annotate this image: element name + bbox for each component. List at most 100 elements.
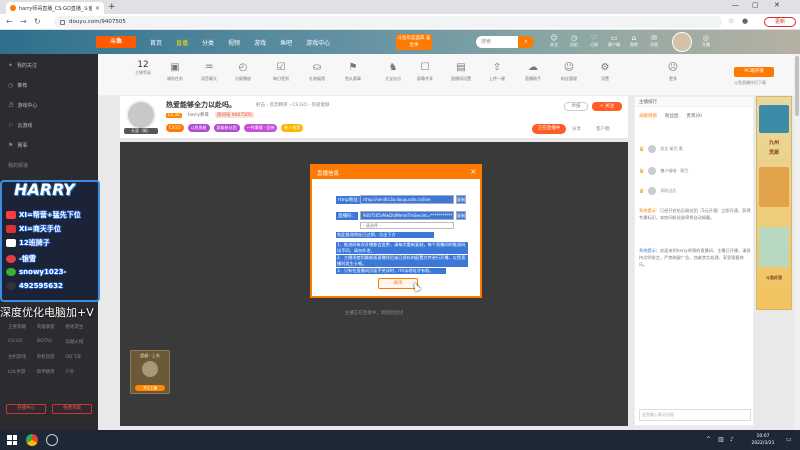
tool-welfare[interactable]: ▣ 福利任务	[162, 62, 188, 82]
room-breadcrumb[interactable]: 射击 › 反恐精英 › CS:GO › 热爱能够	[256, 102, 330, 108]
channel-item[interactable]: 穿越火线	[65, 339, 94, 345]
header-fishbar-icon[interactable]: ⌂ 鱼吧	[626, 34, 642, 48]
channel-item[interactable]: LOL手游	[8, 369, 37, 375]
reload-icon[interactable]: ↻	[34, 17, 41, 26]
channel-item[interactable]: CS:GO	[8, 339, 37, 345]
follow-button[interactable]: + 关注	[592, 102, 622, 111]
pc-live-button[interactable]: PC端开播	[734, 67, 774, 77]
nav-fishbar[interactable]: 鱼吧	[280, 38, 292, 47]
share-button[interactable]: 分享	[572, 126, 581, 132]
profile-icon[interactable]: ●	[742, 17, 748, 25]
search-icon[interactable]: ⌕	[518, 36, 534, 48]
forward-icon[interactable]: →	[20, 17, 27, 26]
taskbar-clock[interactable]: 10:07 2022/3/21	[745, 433, 781, 447]
tool-more[interactable]: ☹ 更多	[660, 62, 686, 82]
update-button[interactable]: 更新	[764, 17, 796, 27]
anchor-name[interactable]: harry师哥	[188, 112, 209, 118]
tool-match[interactable]: ⚑ 鱼丸赛事	[340, 62, 366, 82]
sidebar-item-cloud-game[interactable]: ⚐ 云游戏	[8, 122, 32, 129]
channel-item[interactable]: QQ飞车	[65, 354, 94, 360]
tool-gift[interactable]: ⛀ 礼物展馆	[304, 62, 330, 82]
sidebar-item-events[interactable]: ⚑ 赛事	[8, 142, 27, 149]
promo-banner[interactable]: 斗鱼年度盛典 鲨鱼季	[396, 34, 432, 50]
tool-split[interactable]: ◴ 分屏播放	[230, 62, 256, 82]
tool-screen-share[interactable]: ☐ 屏幕共享	[412, 62, 438, 82]
ranking-row[interactable]: ♛ 凯文·尾巴·奥	[639, 143, 751, 155]
channel-item[interactable]: 英雄联盟	[37, 324, 66, 330]
tab-weekly[interactable]: 贡献周榜	[639, 113, 657, 119]
anchor-card-badge[interactable]: 关注主播	[135, 385, 165, 391]
sidebar-item-follow[interactable]: ✦ 我的关注	[8, 62, 37, 69]
notification-icon[interactable]: ▭	[786, 436, 792, 443]
address-bar[interactable]: douyu.com/9407505	[54, 16, 722, 28]
room-tag[interactable]: 斗鱼周星	[187, 124, 210, 132]
volume-icon[interactable]: ♪	[730, 436, 734, 443]
header-live-icon[interactable]: ◎ 开播	[698, 34, 714, 48]
tool-bonus[interactable]: ♞ 大宝瓜分	[380, 62, 406, 82]
user-avatar[interactable]	[672, 32, 692, 52]
sidebar-item-recommend[interactable]: ◷ 推荐	[8, 82, 27, 89]
tab-close-icon[interactable]: ×	[95, 5, 100, 12]
chrome-taskbar-icon[interactable]	[26, 434, 38, 446]
windows-start-icon[interactable]	[7, 435, 17, 445]
line-select[interactable]: - 请选择 -	[360, 222, 454, 229]
window-close-icon[interactable]: ✕	[774, 1, 780, 9]
anchor-card[interactable]: 超越 · 上车 关注主播	[130, 350, 170, 394]
channel-item[interactable]: 绝地求生	[65, 324, 94, 330]
douyu-logo[interactable]: 斗鱼	[96, 36, 136, 48]
tool-voice[interactable]: ♒ 语音聊天	[196, 62, 222, 82]
tab-fans[interactable]: 粉丝团	[665, 113, 679, 119]
nav-video[interactable]: 视频	[228, 38, 240, 47]
star-icon[interactable]: ☆	[728, 17, 734, 25]
copy-code-button[interactable]: 复制	[456, 211, 466, 220]
copy-rtmp-button[interactable]: 复制	[456, 195, 466, 204]
tab-vip[interactable]: 贵宾(9)	[687, 113, 702, 119]
ad-strip[interactable]: 九州 灵犀 斗鱼好游	[756, 96, 792, 310]
tool-settings[interactable]: ⚙ 设置	[592, 62, 618, 82]
room-tag[interactable]: 新人推荐	[281, 124, 304, 132]
rtmp-field[interactable]: rtmp://sendtc3a.douyucdn.cn/live	[360, 195, 454, 204]
channel-item[interactable]: 单机热游	[37, 354, 66, 360]
nav-live[interactable]: 直播	[176, 38, 188, 47]
nav-game-center[interactable]: 游戏中心	[306, 38, 330, 47]
scrollbar-thumb[interactable]	[795, 56, 799, 116]
header-message-icon[interactable]: ✉ 消息	[646, 34, 662, 48]
header-history-icon[interactable]: ◷ 历史	[566, 34, 582, 48]
back-icon[interactable]: ←	[6, 17, 13, 26]
header-follow-icon[interactable]: ☺ 关注	[546, 34, 562, 48]
tray-chevron-icon[interactable]: ^	[706, 436, 711, 443]
channel-item[interactable]: DOTA2	[37, 339, 66, 345]
report-button[interactable]: 举报	[564, 102, 588, 111]
ranking-row[interactable]: ♛ 糖小喵喵 · 尾巴	[639, 165, 751, 177]
channel-item[interactable]: 王者荣耀	[8, 324, 37, 330]
minimize-icon[interactable]: —	[732, 1, 739, 9]
dialog-close-icon[interactable]: ×	[470, 167, 477, 177]
tool-upload[interactable]: ⇧ 上传一键	[484, 62, 510, 82]
live-status-button[interactable]: 正在直播中	[532, 124, 566, 134]
nav-home[interactable]: 首页	[150, 38, 162, 47]
header-client-icon[interactable]: ▭ 客户端	[606, 34, 622, 48]
room-tag[interactable]: CSGO	[166, 124, 184, 132]
pc-live-sub[interactable]: 斗鱼直播伴侣下载	[726, 80, 774, 86]
nav-games[interactable]: 游戏	[254, 38, 266, 47]
tool-assistant[interactable]: ☁ 直播助手	[520, 62, 546, 82]
live-center-button[interactable]: 开播中心	[6, 404, 46, 414]
sidebar-item-game-center[interactable]: ♬ 游戏中心	[8, 102, 37, 109]
channel-item[interactable]: 主机游戏	[8, 354, 37, 360]
tool-signin[interactable]: ☑ 每日签到	[268, 62, 294, 82]
header-subscribe-icon[interactable]: ♡ 订阅	[586, 34, 602, 48]
room-tag[interactable]: 超级粉丝团	[213, 124, 240, 132]
page-scrollbar[interactable]	[794, 54, 800, 430]
channel-item[interactable]: 和平精英	[37, 369, 66, 375]
new-tab-button[interactable]: +	[108, 2, 116, 12]
network-icon[interactable]: ▥	[718, 436, 724, 443]
chat-input[interactable]: 这里输入聊天内容	[639, 409, 751, 421]
nav-category[interactable]: 分类	[202, 38, 214, 47]
ranking-row[interactable]: ♛ 风吹过后	[639, 185, 751, 197]
stream-code-field[interactable]: 9407505rMwDtdMmmTmSecret=***********	[360, 211, 454, 220]
tool-room-settings[interactable]: ▤ 直播间设置	[448, 62, 474, 82]
client-button[interactable]: 客户端	[596, 126, 610, 132]
free-claim-button[interactable]: 免费领取	[52, 404, 92, 414]
app-taskbar-icon[interactable]	[46, 434, 58, 446]
browser-tab[interactable]: harry师哥直播_CS:GO直播_斗鱼 ×	[6, 2, 104, 14]
